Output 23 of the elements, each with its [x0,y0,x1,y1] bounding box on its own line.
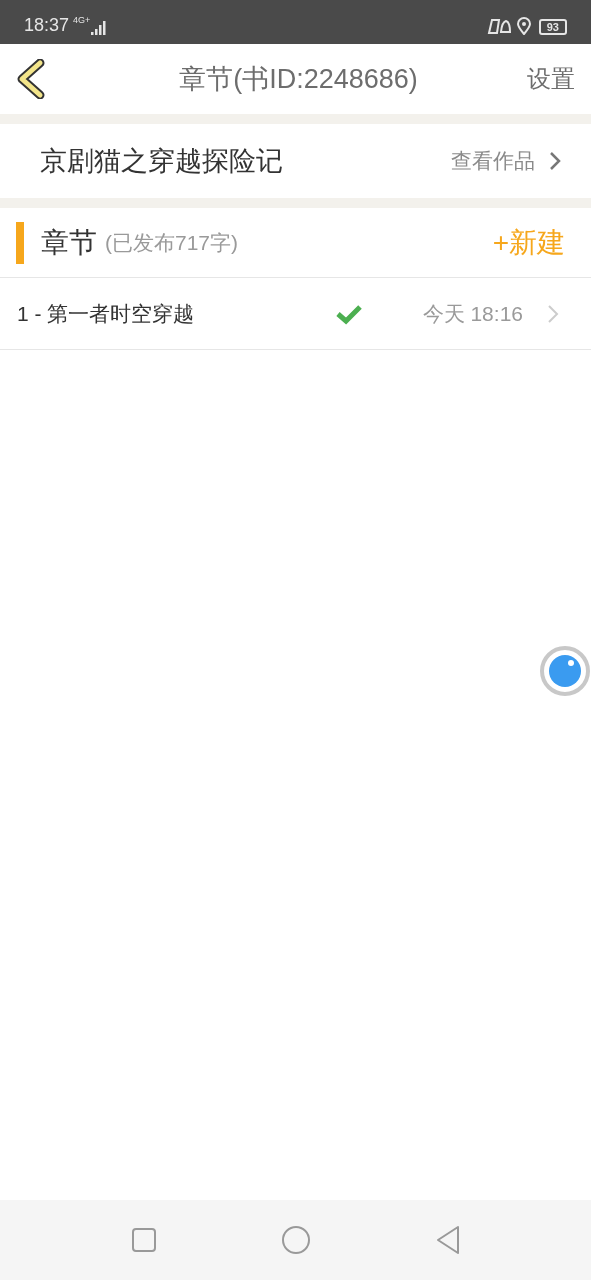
battery-indicator: 93 [538,19,567,35]
triangle-back-icon[interactable] [434,1225,461,1255]
network-label: 4G+ [73,13,91,27]
section-title: 章节 [41,225,97,260]
chapter-row[interactable]: 1 - 第一者时空穿越 今天 18:16 [0,278,591,350]
settings-button[interactable]: 设置 [527,61,575,97]
accent-bar [16,221,24,264]
chapter-time: 今天 18:16 [422,300,523,327]
location-icon [516,17,531,35]
page-title: 章节(书ID:2248686) [178,62,419,96]
chevron-right-icon [547,303,559,324]
section-subtitle: (已发布717字) [105,229,239,256]
floating-ball-icon[interactable] [539,645,591,697]
book-row[interactable]: 京剧猫之穿越探险记 查看作品 [0,124,591,198]
signal-icon [91,21,108,35]
square-icon[interactable] [130,1227,157,1253]
status-time: 18:37 [24,14,70,37]
view-work-link[interactable]: 查看作品 [451,145,535,177]
chevron-right-icon [549,151,561,171]
chapter-title: 1 - 第一者时空穿越 [17,300,196,327]
back-icon[interactable] [16,59,46,99]
book-title: 京剧猫之穿越探险记 [40,144,284,178]
circle-icon[interactable] [280,1225,311,1255]
